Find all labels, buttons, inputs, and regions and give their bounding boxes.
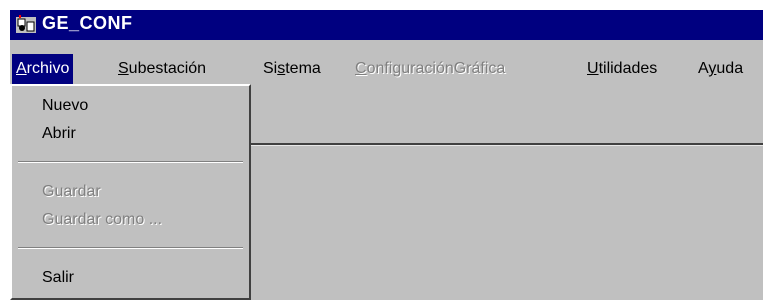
menu-ayuda-label: uda: [716, 60, 744, 77]
menu-ayuda-prefix: A: [698, 60, 709, 77]
menu-subestacion[interactable]: Subestación: [114, 54, 210, 84]
menu-utilidades-mnemonic: U: [587, 60, 599, 77]
menu-archivo-label: rchivo: [26, 60, 70, 77]
menu-subestacion-label: ubestación: [128, 60, 207, 77]
archivo-dropdown-menu: Nuevo Abrir Guardar Guardar como ... Sal…: [10, 84, 251, 300]
menu-item-nuevo[interactable]: Nuevo: [12, 92, 249, 120]
window-title: GE_CONF: [42, 13, 133, 33]
app-icon[interactable]: [16, 15, 38, 35]
menu-utilidades-label: tilidades: [598, 60, 658, 77]
menu-separator: [18, 161, 243, 163]
menu-archivo[interactable]: Archivo: [12, 54, 74, 84]
menu-item-guardar[interactable]: Guardar: [12, 178, 249, 206]
menu-item-guardar-como[interactable]: Guardar como ...: [12, 206, 249, 234]
menu-ayuda[interactable]: Ayuda: [694, 54, 747, 84]
menu-sistema-prefix: Si: [263, 60, 278, 77]
menu-configuracion-grafica[interactable]: ConfiguraciónGráfica: [351, 54, 509, 84]
title-bar[interactable]: GE_CONF: [10, 10, 763, 40]
menu-sistema-label: tema: [285, 60, 321, 77]
menu-bar: Archivo Subestación Sistema Configuració…: [10, 54, 763, 84]
menu-item-salir[interactable]: Salir: [12, 264, 249, 292]
menu-utilidades[interactable]: Utilidades: [583, 54, 661, 84]
menu-separator: [18, 247, 243, 249]
menu-subestacion-mnemonic: S: [118, 60, 129, 77]
menu-item-abrir[interactable]: Abrir: [12, 120, 249, 148]
menu-sistema[interactable]: Sistema: [259, 54, 325, 84]
menu-archivo-mnemonic: A: [16, 60, 27, 77]
menu-configuracion-label: onfiguraciónGráfica: [366, 60, 506, 77]
menu-configuracion-mnemonic: C: [355, 60, 367, 77]
application-window: GE_CONF Archivo Subestación Sistema Conf…: [10, 10, 763, 300]
